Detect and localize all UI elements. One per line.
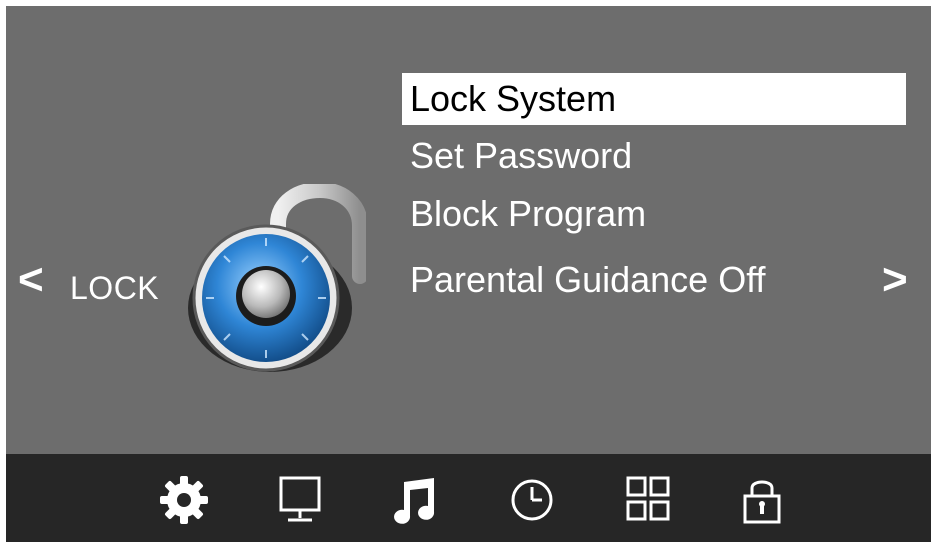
menu-item-parental-guidance[interactable]: Parental Guidance Off	[402, 254, 906, 306]
monitor-icon	[279, 476, 321, 522]
clock-icon	[511, 479, 553, 521]
menu-item-set-password[interactable]: Set Password	[402, 130, 906, 182]
menu-item-block-program[interactable]: Block Program	[402, 188, 906, 240]
tab-display[interactable]	[270, 472, 330, 528]
tab-time[interactable]	[502, 472, 562, 528]
tab-sound[interactable]	[386, 472, 446, 528]
tv-screen: < LOCK Lock System Set Password Block Pr…	[6, 6, 931, 542]
gear-icon	[160, 476, 208, 524]
tab-picture-settings[interactable]	[154, 472, 214, 528]
category-tab-bar	[6, 454, 931, 542]
menu-item-lock-system[interactable]: Lock System	[402, 73, 906, 125]
tab-apps[interactable]	[618, 472, 678, 528]
music-note-icon	[394, 478, 435, 524]
padlock-icon	[188, 184, 366, 372]
section-label: LOCK	[70, 270, 160, 306]
grid-icon	[626, 476, 670, 521]
nav-left-arrow[interactable]: <	[18, 258, 44, 302]
lock-icon	[743, 480, 781, 524]
tab-lock[interactable]	[732, 472, 792, 528]
lock-menu-panel: < LOCK Lock System Set Password Block Pr…	[6, 6, 931, 454]
nav-right-arrow[interactable]: >	[882, 258, 908, 302]
